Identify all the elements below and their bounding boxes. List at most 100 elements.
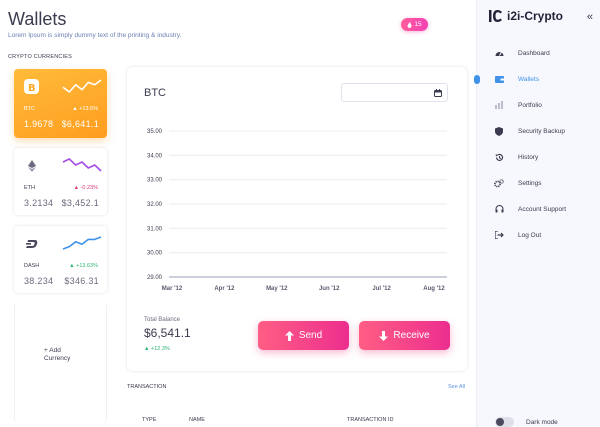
sidebar: i2i-Crypto « Dashboard Wallets Portfolio… — [474, 0, 600, 427]
total-balance-value: $6,541.1 — [144, 326, 191, 340]
coin-symbol: ETH — [24, 185, 35, 191]
sidebar-item-dashboard[interactable]: Dashboard — [477, 40, 600, 66]
arrow-up-icon — [284, 330, 294, 341]
see-all-link[interactable]: See All — [448, 384, 465, 390]
sidebar-nav: Dashboard Wallets Portfolio Security Bac… — [474, 40, 600, 248]
sidebar-item-label: Log Out — [518, 231, 542, 239]
dash-icon — [24, 236, 39, 251]
sparkline-line — [62, 79, 102, 93]
add-currency-line1: + Add — [44, 347, 61, 354]
add-currency-line2: Currency — [44, 355, 71, 362]
wallet-card-btc[interactable]: B BTC ▲ +13.6% 1.9678 $6,641.1 — [14, 69, 107, 138]
bitcoin-icon: B — [24, 79, 39, 94]
coin-symbol: BTC — [24, 106, 35, 112]
sidebar-item-label: Settings — [518, 179, 542, 187]
sidebar-item-settings[interactable]: Settings — [477, 170, 600, 196]
sparkline-line — [62, 236, 102, 250]
ethereum-icon — [24, 158, 39, 173]
coin-change: ▲ -0.23% — [74, 185, 98, 191]
sidebar-item-account-support[interactable]: Account Support — [477, 196, 600, 222]
x-tick-label: May '12 — [266, 286, 288, 292]
x-tick-label: Aug '12 — [423, 286, 445, 292]
coin-change-text: +13.63% — [76, 263, 98, 269]
history-icon — [494, 152, 504, 162]
calendar-icon — [434, 89, 442, 97]
dark-mode-toggle[interactable] — [495, 417, 514, 427]
y-tick-label: 34.00 — [147, 153, 163, 159]
sidebar-item-log-out[interactable]: Log Out — [477, 222, 600, 248]
btc-price-chart: 35.00 34.00 33.00 32.00 31.00 30.00 29.00 Mar '… — [147, 129, 447, 292]
sparkline-line — [62, 158, 102, 172]
brand[interactable]: i2i-Crypto — [489, 9, 563, 23]
coin-value: $3,452.1 — [61, 198, 99, 208]
trend-up-icon: ▲ — [144, 346, 151, 352]
notification-badge[interactable]: 15 — [401, 18, 428, 31]
notification-count: 15 — [414, 21, 422, 28]
flame-icon — [407, 21, 412, 28]
chart-card: 35.00 34.00 33.00 32.00 31.00 30.00 29.00 Mar '… — [127, 67, 467, 371]
speedometer-icon — [494, 48, 504, 58]
sparkline-btc — [62, 79, 102, 93]
trend-down-icon: ▲ — [73, 185, 81, 191]
coin-amount: 38.234 — [24, 276, 54, 286]
active-indicator — [474, 74, 480, 84]
receive-label: Receive — [393, 330, 430, 341]
total-balance-label: Total Balance — [144, 317, 181, 323]
bar-chart-icon — [494, 100, 504, 110]
chart-title: BTC — [144, 87, 166, 99]
gears-icon — [494, 178, 504, 188]
dark-mode-label: Dark mode — [526, 418, 558, 426]
coin-change: ▲ +13.6% — [72, 106, 98, 112]
column-header-name: NAME — [189, 417, 205, 423]
date-picker[interactable] — [341, 83, 448, 102]
x-tick-label: Apr '12 — [214, 286, 235, 292]
sidebar-item-portfolio[interactable]: Portfolio — [477, 92, 600, 118]
shield-icon — [494, 126, 504, 136]
sidebar-item-label: Account Support — [518, 205, 567, 213]
total-balance-change-text: +12.3% — [150, 346, 170, 352]
double-chevron-left-icon[interactable]: « — [587, 11, 593, 23]
sparkline-eth — [62, 158, 102, 172]
add-currency-card[interactable]: + Add Currency — [14, 303, 107, 423]
sidebar-item-label: Wallets — [518, 75, 540, 83]
sidebar-item-history[interactable]: History — [477, 144, 600, 170]
column-header-transaction-id: TRANSACTION ID — [347, 417, 394, 423]
total-balance-change: ▲ +12.3% — [144, 346, 170, 352]
page-subtitle: Lorem Ipsum is simply dummy text of the … — [8, 32, 182, 39]
coin-value: $6,641.1 — [61, 119, 99, 129]
coin-change-text: -0.23% — [80, 185, 98, 191]
brand-logo-icon — [489, 10, 502, 22]
brand-name: i2i-Crypto — [507, 9, 564, 23]
dark-mode-row: Dark mode — [495, 417, 558, 427]
sidebar-item-label: History — [518, 153, 539, 161]
coin-change-text: +13.6% — [79, 106, 98, 112]
y-tick-label: 33.00 — [147, 178, 163, 184]
y-tick-label: 29.00 — [147, 275, 163, 281]
coin-amount: 1.9678 — [24, 119, 54, 129]
coin-value: $346.31 — [64, 276, 99, 286]
wallet-card-eth[interactable]: ETH ▲ -0.23% 3.2134 $3,452.1 — [14, 148, 107, 215]
section-label: CRYPTO CURRENCIES — [8, 54, 73, 60]
wallet-icon — [494, 74, 504, 84]
x-tick-label: Mar '12 — [162, 286, 183, 292]
sparkline-dash — [62, 236, 102, 250]
coin-change: ▲ +13.63% — [69, 263, 98, 269]
sidebar-item-wallets[interactable]: Wallets — [474, 66, 600, 92]
page-title: Wallets — [8, 9, 67, 29]
sidebar-item-label: Portfolio — [518, 101, 542, 109]
y-tick-label: 32.00 — [147, 202, 163, 208]
wallet-card-dash[interactable]: DASH ▲ +13.63% 38.234 $346.31 — [14, 226, 107, 293]
x-tick-label: Jul '12 — [372, 286, 391, 292]
coin-amount: 3.2134 — [24, 198, 54, 208]
transactions-label: TRANSACTION — [127, 384, 167, 390]
logout-icon — [494, 230, 504, 240]
coin-symbol: DASH — [24, 263, 40, 269]
arrow-down-icon — [379, 330, 389, 341]
y-tick-label: 31.00 — [147, 226, 163, 232]
send-label: Send — [298, 330, 323, 341]
receive-button[interactable]: Receive — [359, 321, 450, 350]
headset-icon — [494, 204, 504, 214]
sidebar-item-security-backup[interactable]: Security Backup — [477, 118, 600, 144]
main-content: Wallets Lorem Ipsum is simply dummy text… — [0, 0, 476, 427]
send-button[interactable]: Send — [258, 321, 349, 350]
